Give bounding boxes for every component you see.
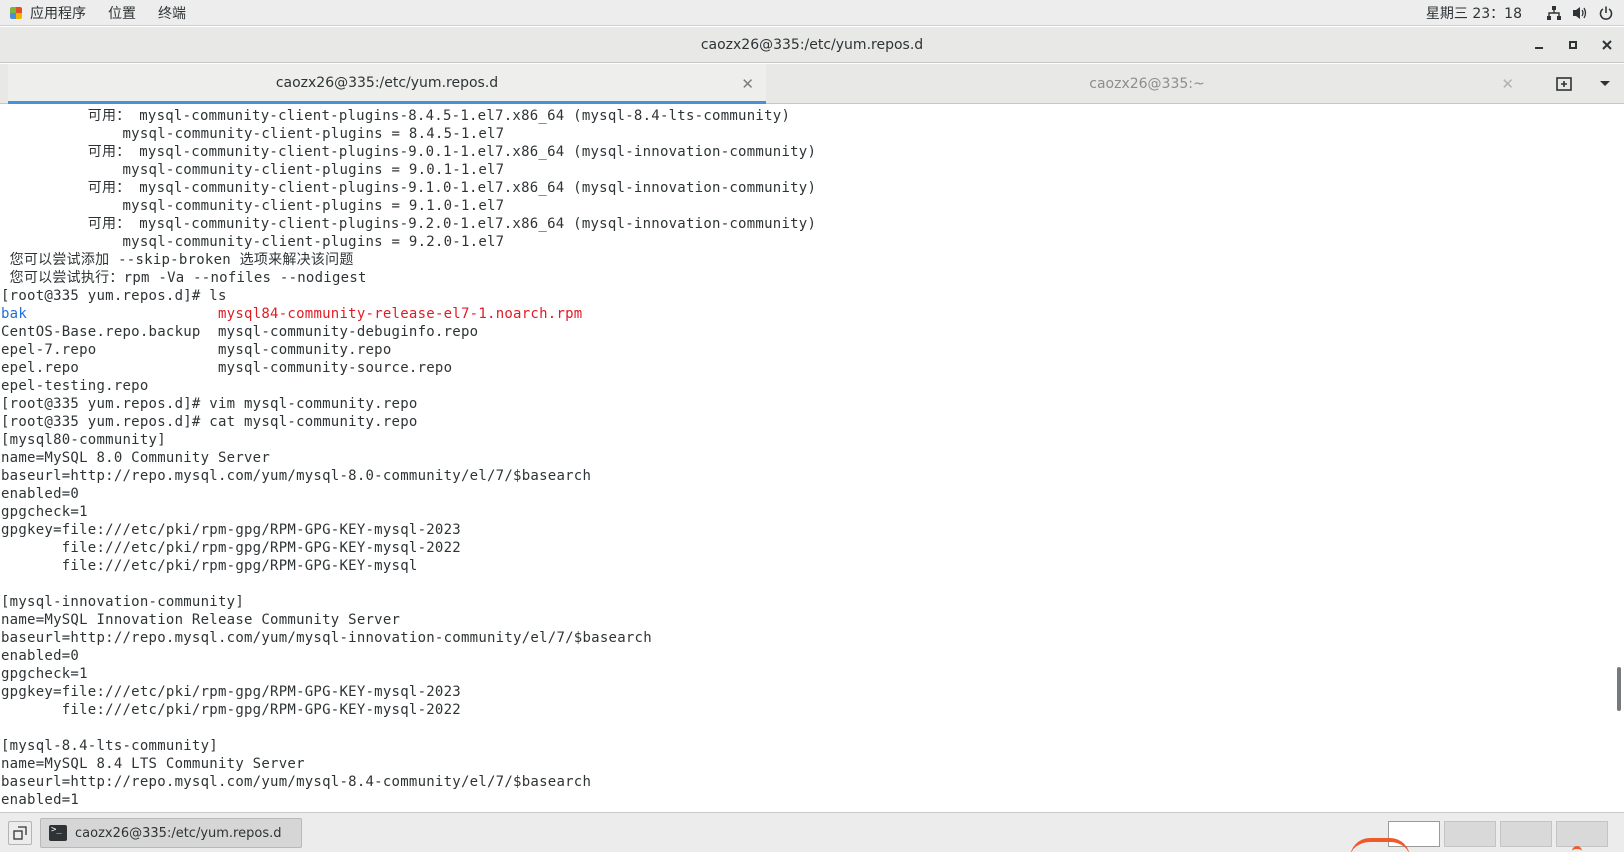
terminal-line: [mysql-8.4-lts-community]	[1, 738, 218, 754]
maximize-button[interactable]	[1556, 27, 1590, 63]
annotation-scribble	[1572, 846, 1582, 852]
minimize-button[interactable]	[1522, 27, 1556, 63]
terminal-line: epel-testing.repo	[1, 378, 149, 394]
terminal-line: name=MySQL Innovation Release Community …	[1, 612, 401, 628]
menu-terminal[interactable]: 终端	[158, 3, 186, 23]
volume-icon[interactable]	[1572, 5, 1588, 21]
terminal-line: file:///etc/pki/rpm-gpg/RPM-GPG-KEY-mysq…	[1, 540, 461, 556]
terminal-line: mysql-community-client-plugins = 9.1.0-1…	[1, 198, 505, 214]
terminal-line: baseurl=http://repo.mysql.com/yum/mysql-…	[1, 774, 592, 790]
menu-places[interactable]: 位置	[108, 3, 136, 23]
terminal-line: baseurl=http://repo.mysql.com/yum/mysql-…	[1, 630, 652, 646]
terminal-scrollbar[interactable]	[1614, 105, 1624, 812]
terminal-line: enabled=0	[1, 648, 80, 664]
tab-home[interactable]: caozx26@335:~ ✕	[768, 64, 1526, 104]
terminal-line: 可用： mysql-community-client-plugins-9.0.1…	[1, 144, 817, 160]
terminal-line: 您可以尝试执行：rpm -Va --nofiles --nodigest	[1, 270, 367, 286]
workspace-3[interactable]	[1500, 821, 1552, 847]
terminal-line: 可用： mysql-community-client-plugins-9.2.0…	[1, 216, 817, 232]
terminal-line: bak mysql84-community-release-el7-1.noar…	[1, 305, 1614, 323]
close-tab-icon[interactable]: ✕	[1501, 75, 1514, 93]
terminal-line: 可用： mysql-community-client-plugins-8.4.5…	[1, 108, 791, 124]
terminal-line: [mysql-innovation-community]	[1, 594, 245, 610]
power-icon[interactable]	[1598, 5, 1614, 21]
top-panel: 应用程序 位置 终端 星期三 23：18	[0, 0, 1624, 26]
workspace-2[interactable]	[1444, 821, 1496, 847]
terminal-line: mysql-community-client-plugins = 9.2.0-1…	[1, 234, 505, 250]
tab-label: caozx26@335:/etc/yum.repos.d	[275, 74, 499, 91]
window-titlebar[interactable]: caozx26@335:/etc/yum.repos.d	[0, 27, 1624, 63]
workspace-4[interactable]	[1556, 821, 1608, 847]
window-controls	[1522, 27, 1624, 63]
tab-label: caozx26@335:~	[1089, 76, 1205, 92]
terminal-line: gpgcheck=1	[1, 504, 88, 520]
terminal-line: name=MySQL 8.0 Community Server	[1, 450, 271, 466]
terminal-line: epel.repo mysql-community-source.repo	[1, 360, 453, 376]
taskbar-window-item[interactable]: caozx26@335:/etc/yum.repos.d	[40, 818, 302, 848]
applications-icon[interactable]	[8, 5, 24, 21]
status-area: 星期三 23：18	[1426, 0, 1624, 26]
terminal-line: gpgcheck=1	[1, 666, 88, 682]
ls-gap	[27, 306, 218, 322]
tab-bar: caozx26@335:/etc/yum.repos.d ✕ caozx26@3…	[0, 64, 1624, 104]
terminal-line: [root@335 yum.repos.d]# ls	[1, 288, 227, 304]
terminal-line: name=MySQL 8.4 LTS Community Server	[1, 756, 305, 772]
close-tab-icon[interactable]: ✕	[741, 75, 754, 93]
menu-applications[interactable]: 应用程序	[30, 3, 86, 23]
terminal-line: enabled=1	[1, 792, 80, 808]
terminal-output[interactable]: 可用： mysql-community-client-plugins-8.4.5…	[0, 105, 1614, 812]
terminal-icon	[49, 825, 67, 841]
terminal-line: mysql-community-client-plugins = 9.0.1-1…	[1, 162, 505, 178]
taskbar-item-label: caozx26@335:/etc/yum.repos.d	[75, 825, 282, 841]
close-button[interactable]	[1590, 27, 1624, 63]
network-icon[interactable]	[1546, 5, 1562, 21]
scrollbar-thumb[interactable]	[1617, 667, 1621, 711]
ls-rpm-entry: mysql84-community-release-el7-1.noarch.r…	[217, 306, 583, 322]
terminal-line: gpgkey=file:///etc/pki/rpm-gpg/RPM-GPG-K…	[1, 522, 461, 538]
terminal-line: file:///etc/pki/rpm-gpg/RPM-GPG-KEY-mysq…	[1, 558, 418, 574]
clock[interactable]: 星期三 23：18	[1426, 3, 1522, 23]
show-desktop-icon[interactable]	[8, 821, 32, 845]
terminal-line: CentOS-Base.repo.backup mysql-community-…	[1, 324, 479, 340]
ls-directory-entry: bak	[1, 306, 28, 322]
terminal-line: file:///etc/pki/rpm-gpg/RPM-GPG-KEY-mysq…	[1, 702, 461, 718]
terminal-line: [mysql80-community]	[1, 432, 166, 448]
new-tab-icon[interactable]	[1552, 72, 1576, 96]
tabs-menu-icon[interactable]	[1594, 72, 1616, 96]
terminal-line: baseurl=http://repo.mysql.com/yum/mysql-…	[1, 468, 592, 484]
terminal-line: enabled=0	[1, 486, 80, 502]
terminal-line: gpgkey=file:///etc/pki/rpm-gpg/RPM-GPG-K…	[1, 684, 461, 700]
terminal-line: mysql-community-client-plugins = 8.4.5-1…	[1, 126, 505, 142]
terminal-line: 可用： mysql-community-client-plugins-9.1.0…	[1, 180, 817, 196]
tab-yum-repos[interactable]: caozx26@335:/etc/yum.repos.d ✕	[8, 64, 766, 104]
terminal-line: 您可以尝试添加 --skip-broken 选项来解决该问题	[1, 252, 354, 268]
terminal-line: epel-7.repo mysql-community.repo	[1, 342, 392, 358]
window-title: caozx26@335:/etc/yum.repos.d	[700, 36, 924, 53]
terminal-line: [root@335 yum.repos.d]# vim mysql-commun…	[1, 396, 418, 412]
terminal-line: [root@335 yum.repos.d]# cat mysql-commun…	[1, 414, 418, 430]
